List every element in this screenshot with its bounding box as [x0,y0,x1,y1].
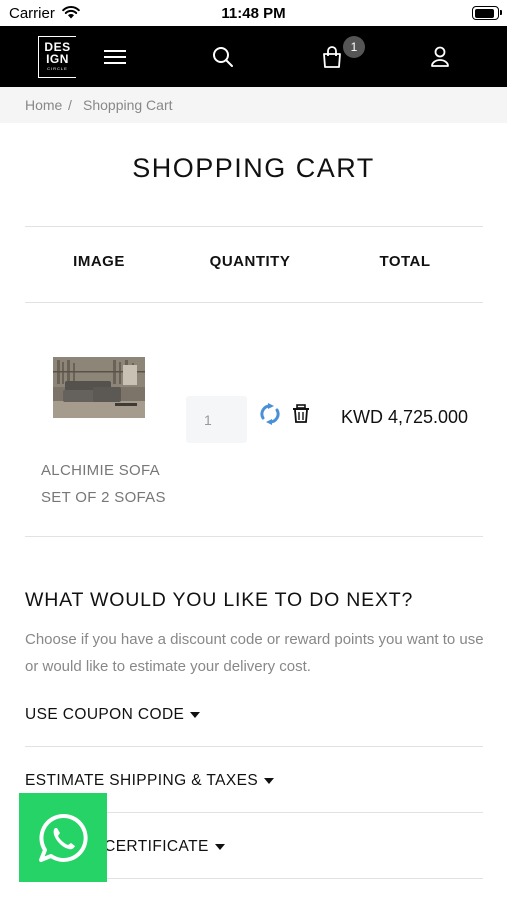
divider [25,536,483,537]
quantity-input[interactable] [186,396,247,443]
product-name[interactable]: ALCHIMIE SOFA SET OF 2 SOFAS [41,457,181,511]
breadcrumb-current[interactable]: Shopping Cart [83,97,173,113]
product-name-line2: SET OF 2 SOFAS [41,489,166,506]
product-name-line1: ALCHIMIE SOFA [41,462,160,479]
update-quantity-button[interactable] [259,403,281,425]
app-header: DES IGN CIRCLE 1 [0,26,507,87]
page-title: SHOPPING CART [132,153,375,183]
sofa-photo [53,357,145,418]
divider [25,746,483,747]
cart-icon [323,46,341,68]
logo-text-sub: CIRCLE [47,66,68,71]
account-icon [431,46,449,67]
menu-icon [104,50,126,64]
caret-down-icon [190,712,201,718]
search-icon [213,47,233,67]
search-button[interactable] [208,42,238,72]
line-total: KWD 4,725.000 [341,407,469,427]
logo-text-line2: IGN [46,52,69,66]
refresh-icon [260,403,280,425]
breadcrumb-separator: / [68,97,72,113]
clock: 11:48 PM [221,5,286,22]
coupon-code-label: USE COUPON CODE [25,706,185,723]
estimate-shipping-toggle[interactable]: ESTIMATE SHIPPING & TAXES [25,772,275,790]
divider [25,302,483,303]
whatsapp-chat-button[interactable] [19,793,107,882]
account-button[interactable] [425,42,455,72]
caret-down-icon [264,778,275,784]
breadcrumb-home-link[interactable]: Home [25,97,62,113]
status-bar: Carrier 11:48 PM [0,0,507,26]
column-header-total: TOTAL [379,253,431,270]
next-steps-title: WHAT WOULD YOU LIKE TO DO NEXT? [25,589,414,611]
whatsapp-icon [39,813,88,862]
estimate-shipping-label: ESTIMATE SHIPPING & TAXES [25,772,259,789]
battery-icon [472,6,502,20]
coupon-code-toggle[interactable]: USE COUPON CODE [25,706,201,724]
breadcrumb: Home / Shopping Cart [0,87,507,123]
battery-level [474,8,495,18]
product-image[interactable] [53,357,145,418]
trash-icon [293,404,309,423]
remove-item-button[interactable] [291,403,311,425]
column-header-image: IMAGE [73,253,125,270]
menu-button[interactable] [100,42,130,72]
next-steps-description: Choose if you have a discount code or re… [25,631,484,675]
design-circle-logo[interactable]: DES IGN CIRCLE [38,36,76,78]
cart-count-badge: 1 [343,36,365,58]
divider [25,226,483,227]
caret-down-icon [214,844,225,850]
column-header-quantity: QUANTITY [209,253,291,270]
